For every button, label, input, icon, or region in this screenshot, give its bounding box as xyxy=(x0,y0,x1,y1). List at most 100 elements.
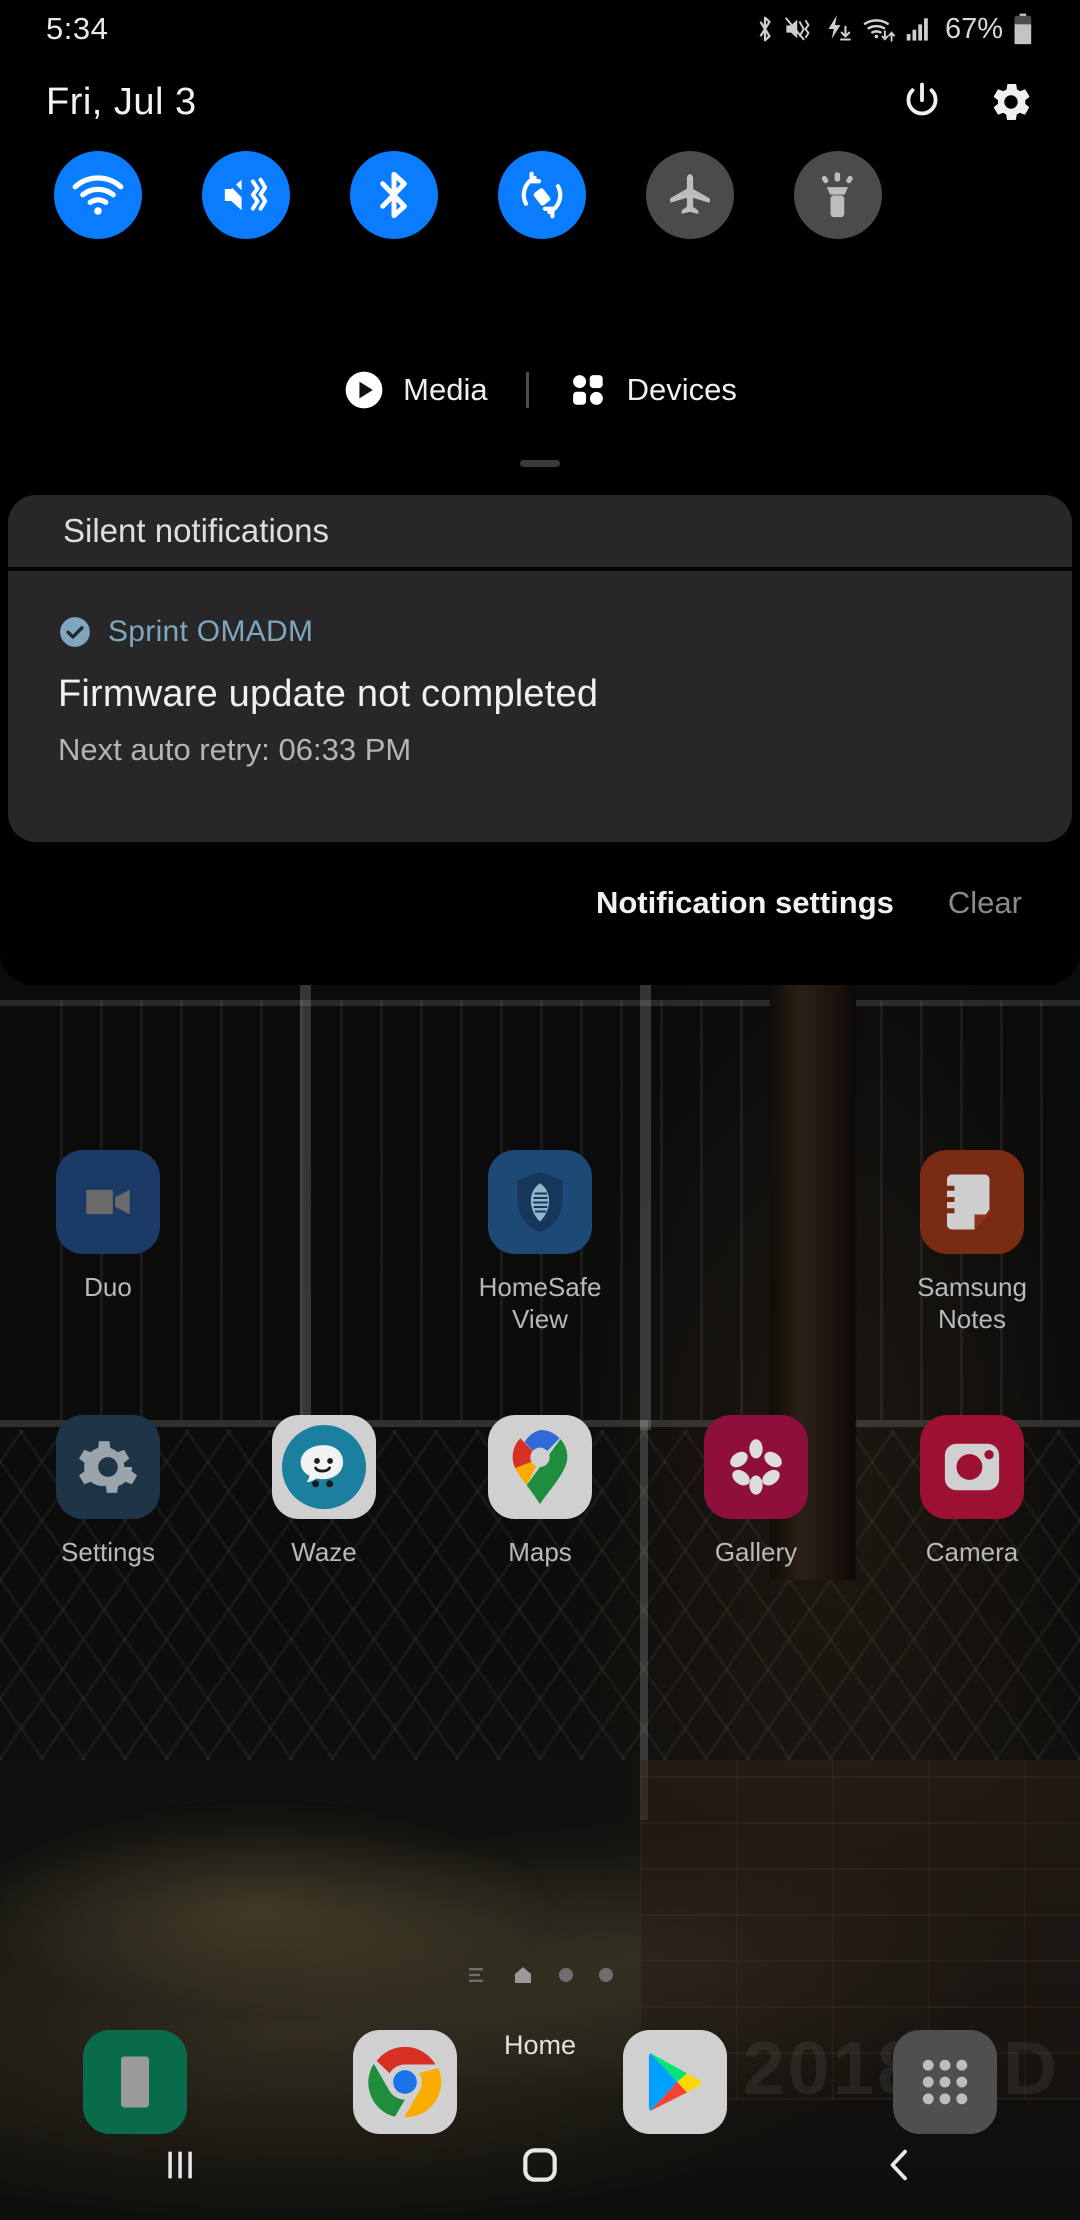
notes-page-icon xyxy=(944,1174,990,1230)
auto-rotate-icon xyxy=(521,171,563,219)
phone-screen: 2018 BD Duo HomeSafe View Samsung Notes … xyxy=(0,0,1080,2220)
app-item-settings[interactable]: Settings xyxy=(0,1415,216,1569)
quick-toggle-auto-rotate[interactable] xyxy=(468,151,616,239)
status-bar-icons: 67% xyxy=(754,13,1034,46)
signal-bars-icon xyxy=(906,18,928,41)
maps-pin-icon xyxy=(488,1415,592,1520)
power-icon[interactable] xyxy=(900,80,944,124)
shield-icon xyxy=(517,1172,563,1232)
quick-settings-toggles xyxy=(0,143,1080,247)
play-circle-icon xyxy=(345,371,383,409)
media-button[interactable]: Media xyxy=(343,369,488,411)
recents-icon[interactable] xyxy=(160,2145,200,2185)
wifi-transfer-icon xyxy=(863,19,896,42)
devices-button[interactable]: Devices xyxy=(567,369,737,411)
quick-toggle-airplane[interactable] xyxy=(616,151,764,239)
handset-icon xyxy=(121,2056,149,2108)
bluetooth-icon xyxy=(380,171,407,219)
app-label: Samsung Notes xyxy=(917,1272,1027,1334)
camera-body-icon xyxy=(944,1444,1000,1491)
home-screen-label: Home xyxy=(503,2030,577,2060)
map-marker-icon xyxy=(512,1430,568,1505)
notification-actions: Notification settings Clear xyxy=(0,858,1080,948)
app-item-gallery[interactable]: Gallery xyxy=(648,1415,864,1569)
app-label: Duo xyxy=(84,1272,132,1302)
toggle-circle-auto-rotate[interactable] xyxy=(498,151,586,239)
app-item-samsung-notes[interactable]: Samsung Notes xyxy=(864,1150,1080,1335)
quick-toggle-wifi[interactable] xyxy=(24,151,172,239)
notification-body: Next auto retry: 06:33 PM xyxy=(58,732,412,767)
shade-date-row: Fri, Jul 3 xyxy=(0,62,1080,142)
quick-toggle-sound[interactable] xyxy=(172,151,320,239)
notification-shade: 5:34 67% Fri, Jul 3 Media Devices Silent… xyxy=(0,0,1080,985)
home-square-icon[interactable] xyxy=(518,2143,562,2187)
bluetooth-icon xyxy=(759,16,771,42)
airplane-icon xyxy=(670,174,710,214)
gear-icon xyxy=(79,1441,138,1494)
mute-vibrate-icon xyxy=(221,173,268,211)
quick-toggle-bluetooth[interactable] xyxy=(320,151,468,239)
app-item-maps[interactable]: Maps xyxy=(432,1415,648,1569)
app-label: Camera xyxy=(925,1537,1019,1568)
homesafe-icon xyxy=(488,1150,592,1254)
flashlight-icon xyxy=(821,172,853,218)
list-page-icon[interactable] xyxy=(467,1965,487,1985)
quick-toggle-flashlight[interactable] xyxy=(764,151,912,239)
silent-notifications-header[interactable]: Silent notifications xyxy=(8,495,1072,567)
gallery-flower-icon xyxy=(704,1415,808,1520)
nav-recents-button[interactable] xyxy=(0,2110,360,2220)
home-page-icon[interactable] xyxy=(513,1965,533,1985)
media-devices-separator xyxy=(525,372,529,408)
toggle-circle-wifi[interactable] xyxy=(54,151,142,239)
page-dot[interactable] xyxy=(559,1968,573,1982)
back-chevron-icon[interactable] xyxy=(880,2145,920,2185)
app-item-homesafe-view[interactable]: HomeSafe View xyxy=(432,1150,648,1335)
app-slot-empty xyxy=(216,1150,432,1335)
app-item-duo[interactable]: Duo xyxy=(0,1150,216,1335)
app-item-waze[interactable]: Waze xyxy=(216,1415,432,1569)
wifi-icon xyxy=(72,175,124,215)
home-app-grid: Duo HomeSafe View Samsung Notes Settings… xyxy=(0,1150,1080,1569)
clear-notifications-button[interactable]: Clear xyxy=(948,885,1022,921)
devices-label: Devices xyxy=(626,372,737,407)
app-item-camera[interactable]: Camera xyxy=(864,1415,1080,1569)
shade-date-label: Fri, Jul 3 xyxy=(46,80,197,123)
check-circle-icon xyxy=(60,617,90,647)
app-label: Gallery xyxy=(714,1537,798,1568)
nav-home-button[interactable] xyxy=(360,2110,720,2220)
silent-notifications-label: Silent notifications xyxy=(63,512,329,549)
notification-app-row: Sprint OMADM xyxy=(58,615,1022,649)
gear-icon[interactable] xyxy=(988,79,1034,125)
app-label: Waze xyxy=(291,1537,357,1568)
charging-download-icon xyxy=(828,15,851,41)
app-label: HomeSafe View xyxy=(478,1272,602,1334)
flower-icon xyxy=(730,1439,782,1496)
camera-icon xyxy=(920,1415,1024,1520)
notification-settings-button[interactable]: Notification settings xyxy=(596,885,894,921)
shade-header-actions xyxy=(900,79,1034,125)
notification-card[interactable]: Sprint OMADM Firmware update not complet… xyxy=(8,571,1072,842)
samsung-notes-icon xyxy=(920,1150,1024,1254)
app-slot-empty-2 xyxy=(648,1150,864,1335)
battery-percent-label: 67% xyxy=(944,12,1003,45)
notification-app-name: Sprint OMADM xyxy=(108,615,314,648)
toggle-circle-airplane[interactable] xyxy=(646,151,734,239)
status-bar: 5:34 67% xyxy=(0,0,1080,58)
toggle-circle-bluetooth[interactable] xyxy=(350,151,438,239)
nav-back-button[interactable] xyxy=(720,2110,1080,2220)
app-row-2: Settings Waze Maps Gallery Camera xyxy=(0,1415,1080,1569)
app-label: Maps xyxy=(508,1537,572,1568)
app-label: Settings xyxy=(61,1537,155,1568)
grid-dots-icon xyxy=(572,375,603,405)
page-dot[interactable] xyxy=(599,1968,613,1982)
media-label: Media xyxy=(403,372,488,407)
toggle-circle-flashlight[interactable] xyxy=(794,151,882,239)
waze-icon xyxy=(272,1415,376,1520)
navigation-bar xyxy=(0,2110,1080,2220)
page-indicator[interactable] xyxy=(0,1960,1080,1990)
status-bar-clock: 5:34 xyxy=(46,11,109,46)
duo-icon xyxy=(56,1150,160,1254)
app-row-1: Duo HomeSafe View Samsung Notes xyxy=(0,1150,1080,1335)
shade-drag-handle[interactable] xyxy=(520,460,560,467)
toggle-circle-sound[interactable] xyxy=(202,151,290,239)
